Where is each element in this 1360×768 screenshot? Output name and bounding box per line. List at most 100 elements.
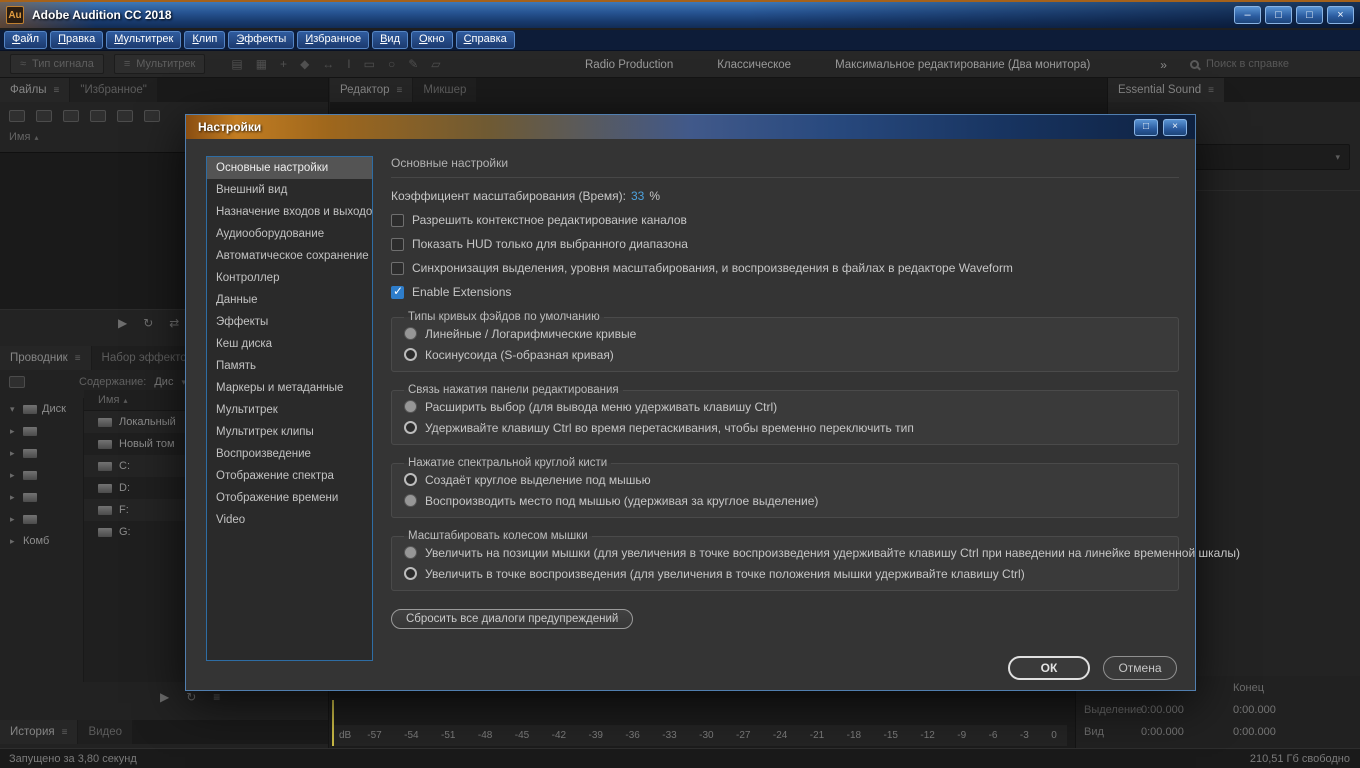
- radio-icon[interactable]: [404, 348, 417, 361]
- open-folder-icon[interactable]: [9, 110, 25, 122]
- restore-button[interactable]: □: [1265, 6, 1292, 24]
- tree-bottom-row[interactable]: ▸ Комб: [0, 530, 83, 552]
- lasso-selection-tool-icon[interactable]: ○: [388, 57, 395, 71]
- panel-menu-icon[interactable]: ≡: [397, 85, 403, 96]
- workspace-overflow-button[interactable]: »: [1160, 58, 1167, 72]
- import-icon[interactable]: [9, 376, 25, 388]
- tree-row[interactable]: ▸: [0, 442, 83, 464]
- waveform-view-button[interactable]: ≈ Тип сигнала: [10, 54, 104, 74]
- radio-option[interactable]: Удерживайте клавишу Ctrl во время перета…: [404, 417, 1166, 438]
- menu-item[interactable]: Окно: [411, 31, 453, 49]
- preferences-category[interactable]: Мультитрек: [207, 399, 372, 421]
- tab-favorites[interactable]: "Избранное": [70, 78, 156, 102]
- tab-mixer[interactable]: Микшер: [413, 78, 476, 102]
- checkbox-row[interactable]: Синхронизация выделения, уровня масштаби…: [391, 261, 1179, 275]
- checkbox-icon[interactable]: [391, 286, 404, 299]
- tab-editor[interactable]: Редактор ≡: [330, 78, 412, 102]
- import-file-icon[interactable]: [36, 110, 52, 122]
- multitrack-view-button[interactable]: ≡ Мультитрек: [114, 54, 206, 74]
- preferences-category[interactable]: Отображение спектра: [207, 465, 372, 487]
- expand-open-icon[interactable]: ▾: [10, 404, 18, 415]
- checkbox-icon[interactable]: [391, 262, 404, 275]
- preferences-category[interactable]: Контроллер: [207, 267, 372, 289]
- content-dropdown[interactable]: Дис: [154, 376, 173, 388]
- panel-menu-icon[interactable]: ≡: [75, 353, 81, 364]
- audio-output-icon[interactable]: ≡: [213, 690, 220, 704]
- close-button[interactable]: ×: [1327, 6, 1354, 24]
- checkbox-row[interactable]: Разрешить контекстное редактирование кан…: [391, 213, 1179, 227]
- radio-option[interactable]: Увеличить в точке воспроизведения (для у…: [404, 563, 1166, 584]
- time-selection-tool-icon[interactable]: I: [347, 57, 350, 71]
- titlebar[interactable]: Au Adobe Audition CC 2018 –□□×: [0, 0, 1360, 28]
- radio-option[interactable]: Расширить выбор (для вывода меню удержив…: [404, 396, 1166, 417]
- new-file-icon[interactable]: [63, 110, 79, 122]
- radio-icon[interactable]: [404, 546, 417, 559]
- reset-warnings-button[interactable]: Сбросить все диалоги предупреждений: [391, 609, 633, 629]
- preferences-category[interactable]: Основные настройки: [207, 157, 372, 179]
- maximize-button[interactable]: □: [1296, 6, 1323, 24]
- search-files-icon[interactable]: [144, 110, 160, 122]
- preferences-category[interactable]: Назначение входов и выходов: [207, 201, 372, 223]
- expand-closed-icon[interactable]: ▸: [10, 470, 18, 481]
- workspace-radio-production[interactable]: Radio Production: [585, 59, 673, 71]
- preferences-category[interactable]: Отображение времени: [207, 487, 372, 509]
- menu-item[interactable]: Избранное: [297, 31, 369, 49]
- play-icon[interactable]: ▶: [160, 690, 169, 704]
- preferences-category[interactable]: Данные: [207, 289, 372, 311]
- preferences-category[interactable]: Воспроизведение: [207, 443, 372, 465]
- radio-icon[interactable]: [404, 400, 417, 413]
- menu-item[interactable]: Правка: [50, 31, 103, 49]
- preferences-category[interactable]: Маркеры и метаданные: [207, 377, 372, 399]
- expand-closed-icon[interactable]: ▸: [10, 514, 18, 525]
- dialog-restore-button[interactable]: □: [1134, 119, 1158, 136]
- tab-history[interactable]: История ≡: [0, 720, 77, 744]
- preferences-category[interactable]: Аудиооборудование: [207, 223, 372, 245]
- expand-closed-icon[interactable]: ▸: [10, 536, 18, 547]
- preferences-category[interactable]: Video: [207, 509, 372, 531]
- marquee-selection-tool-icon[interactable]: ▭: [364, 57, 375, 71]
- workspace-classic[interactable]: Классическое: [717, 59, 791, 71]
- tab-files[interactable]: Файлы ≡: [0, 78, 69, 102]
- dialog-close-button[interactable]: ×: [1163, 119, 1187, 136]
- help-search-input[interactable]: [1206, 58, 1346, 70]
- paintbrush-selection-tool-icon[interactable]: ✎: [408, 57, 418, 71]
- radio-icon[interactable]: [404, 421, 417, 434]
- checkbox-icon[interactable]: [391, 214, 404, 227]
- spectral-display-icon[interactable]: ▦: [256, 57, 267, 71]
- preferences-category[interactable]: Мультитрек клипы: [207, 421, 372, 443]
- radio-option[interactable]: Создаёт круглое выделение под мышью: [404, 469, 1166, 490]
- radio-option[interactable]: Косинусоида (S-образная кривая): [404, 344, 1166, 365]
- radio-icon[interactable]: [404, 494, 417, 507]
- menu-item[interactable]: Мультитрек: [106, 31, 181, 49]
- cancel-button[interactable]: Отмена: [1103, 656, 1177, 680]
- loop-icon[interactable]: ↻: [186, 690, 196, 704]
- move-tool-icon[interactable]: +: [280, 57, 287, 71]
- checkbox-row[interactable]: Показать HUD только для выбранного диапа…: [391, 237, 1179, 251]
- expand-closed-icon[interactable]: ▸: [10, 448, 18, 459]
- checkbox-icon[interactable]: [391, 238, 404, 251]
- ok-button[interactable]: ОК: [1008, 656, 1090, 680]
- preferences-category[interactable]: Эффекты: [207, 311, 372, 333]
- slip-tool-icon[interactable]: ↔: [322, 57, 334, 71]
- play-icon[interactable]: ▶: [118, 316, 127, 330]
- export-icon[interactable]: ⇄: [169, 316, 179, 330]
- tree-row[interactable]: ▸: [0, 486, 83, 508]
- dialog-titlebar[interactable]: Настройки □×: [186, 115, 1195, 139]
- tree-root-row[interactable]: ▾ Диск: [0, 398, 83, 420]
- radio-option[interactable]: Увеличить на позиции мышки (для увеличен…: [404, 542, 1166, 563]
- workspace-max-editing[interactable]: Максимальное редактирование (Два монитор…: [835, 59, 1090, 71]
- tab-video[interactable]: Видео: [78, 720, 132, 744]
- tab-essential-sound[interactable]: Essential Sound ≡: [1108, 78, 1224, 102]
- zoom-factor-value[interactable]: 33: [631, 189, 644, 203]
- panel-menu-icon[interactable]: ≡: [54, 85, 60, 96]
- minimize-button[interactable]: –: [1234, 6, 1261, 24]
- radio-option[interactable]: Воспроизводить место под мышью (удержива…: [404, 490, 1166, 511]
- expand-closed-icon[interactable]: ▸: [10, 426, 18, 437]
- radio-icon[interactable]: [404, 473, 417, 486]
- checkbox-row[interactable]: Enable Extensions: [391, 285, 1179, 299]
- menu-item[interactable]: Клип: [184, 31, 225, 49]
- radio-icon[interactable]: [404, 567, 417, 580]
- menu-item[interactable]: Файл: [4, 31, 47, 49]
- tree-row[interactable]: ▸: [0, 420, 83, 442]
- razor-tool-icon[interactable]: ◆: [300, 57, 309, 71]
